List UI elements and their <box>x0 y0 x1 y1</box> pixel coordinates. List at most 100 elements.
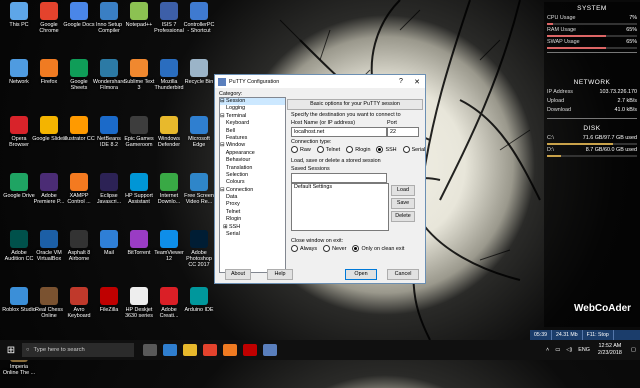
network-icon[interactable]: ▭ <box>555 347 560 353</box>
desktop-icon[interactable]: BitTorrent <box>122 230 156 274</box>
desktop-icon[interactable]: Adobe Photoshop CC 2017 <box>182 230 216 274</box>
desktop-icon[interactable]: Notepad++ <box>122 2 156 46</box>
desktop-icon[interactable]: Mail <box>92 230 126 274</box>
desktop-icon[interactable]: Arduino IDE <box>182 287 216 331</box>
desktop-icon[interactable]: Asphalt 8 Airborne <box>62 230 96 274</box>
taskbar-app-icon[interactable] <box>243 344 257 356</box>
cancel-button[interactable]: Cancel <box>387 269 419 280</box>
help-titlebar-button[interactable]: ? <box>393 78 409 85</box>
desktop-icon[interactable]: Mozilla Thunderbird <box>152 59 186 103</box>
desktop-icon[interactable]: Network <box>2 59 36 103</box>
connection-type-radio[interactable]: Telnet <box>316 146 340 153</box>
session-item[interactable]: Default Settings <box>292 184 388 191</box>
desktop-icon[interactable]: Google Slides <box>32 116 66 160</box>
desktop-icon[interactable]: ISIS 7 Professional <box>152 2 186 46</box>
desktop-icon[interactable]: ControllerPC - Shortcut <box>182 2 216 46</box>
load-button[interactable]: Load <box>391 185 415 196</box>
save-button[interactable]: Save <box>391 198 415 209</box>
desktop-icon[interactable]: Illustrator CC <box>62 116 96 160</box>
desktop-icon[interactable]: Real Chess Online <box>32 287 66 331</box>
close-on-exit-radio[interactable]: Always <box>291 245 317 252</box>
windows-start-icon[interactable]: ⊞ <box>0 345 22 356</box>
tree-item[interactable]: ⊟ Terminal <box>220 113 285 120</box>
tree-item[interactable]: Telnet <box>220 209 285 216</box>
tree-item[interactable]: Bell <box>220 128 285 135</box>
port-input[interactable]: 22 <box>387 127 419 137</box>
desktop-icon[interactable]: Google Chrome <box>32 2 66 46</box>
tree-item[interactable]: ⊟ Session <box>220 98 285 106</box>
close-on-exit-radio[interactable]: Never <box>323 245 346 252</box>
desktop-icon[interactable]: TeamViewer 12 <box>152 230 186 274</box>
desktop-icon[interactable]: This PC <box>2 2 36 46</box>
tree-item[interactable]: ⊟ Window <box>220 142 285 149</box>
desktop-icon[interactable]: XAMPP Control ... <box>62 173 96 217</box>
desktop-icon[interactable]: Google Drive <box>2 173 36 217</box>
desktop-icon[interactable]: Eclipse Javascri... <box>92 173 126 217</box>
sessions-list[interactable]: Default Settings <box>291 183 389 231</box>
volume-icon[interactable]: ◁) <box>566 347 572 353</box>
tree-item[interactable]: ⊞ SSH <box>220 224 285 231</box>
tree-item[interactable]: Translation <box>220 165 285 172</box>
taskbar-app-icon[interactable] <box>183 344 197 356</box>
host-input[interactable]: localhost.net <box>291 127 387 137</box>
desktop-icon[interactable]: Adobe Audition CC <box>2 230 36 274</box>
action-center-icon[interactable]: ▢ <box>631 347 636 353</box>
taskbar-app-icon[interactable] <box>163 344 177 356</box>
tree-item[interactable]: Keyboard <box>220 120 285 127</box>
tree-item[interactable]: ⊟ Connection <box>220 187 285 194</box>
tree-item[interactable]: Behaviour <box>220 157 285 164</box>
desktop-icon[interactable]: HP Deskjet 3630 series <box>122 287 156 331</box>
tree-item[interactable]: Data <box>220 194 285 201</box>
desktop-icon[interactable]: Internet Downlo... <box>152 173 186 217</box>
desktop-icon[interactable]: Oracle VM VirtualBox <box>32 230 66 274</box>
connection-type-radio[interactable]: Raw <box>291 146 311 153</box>
desktop-icon[interactable]: NetBeans IDE 8.2 <box>92 116 126 160</box>
desktop-icon[interactable]: Windows Defender <box>152 116 186 160</box>
help-button[interactable]: Help <box>267 269 293 280</box>
desktop-icon[interactable]: Adobe Creati... <box>152 287 186 331</box>
putty-titlebar[interactable]: PuTTY Configuration ? ✕ <box>215 75 425 88</box>
desktop-icon[interactable]: Microsoft Edge <box>182 116 216 160</box>
desktop-icon[interactable]: FileZilla <box>92 287 126 331</box>
desktop-icon[interactable]: Avro Keyboard <box>62 287 96 331</box>
desktop-icon[interactable]: Inno Setup Compiler <box>92 2 126 46</box>
language-indicator[interactable]: ENG <box>578 347 590 353</box>
clock[interactable]: 12:52 AM 2/23/2018 <box>598 343 622 357</box>
tree-item[interactable]: Rlogin <box>220 216 285 223</box>
about-button[interactable]: About <box>225 269 251 280</box>
desktop-icon[interactable]: Recycle Bin <box>182 59 216 103</box>
tree-item[interactable]: Serial <box>220 231 285 238</box>
taskbar-app-icon[interactable] <box>223 344 237 356</box>
close-button[interactable]: ✕ <box>409 78 425 86</box>
open-button[interactable]: Open <box>345 269 377 280</box>
desktop-icon[interactable]: Free Screen Video Re... <box>182 173 216 217</box>
tree-item[interactable]: Colours <box>220 179 285 186</box>
desktop-icon[interactable]: Wondershare Filmora <box>92 59 126 103</box>
category-tree[interactable]: ⊟ Session Logging ⊟ Terminal Keyboard Bel… <box>219 97 286 273</box>
tree-item[interactable]: Proxy <box>220 201 285 208</box>
taskbar-app-icon[interactable] <box>263 344 277 356</box>
delete-button[interactable]: Delete <box>391 211 415 222</box>
saved-sessions-input[interactable] <box>291 173 387 183</box>
desktop-icon[interactable]: Google Sheets <box>62 59 96 103</box>
desktop-icon[interactable]: Opera Browser <box>2 116 36 160</box>
desktop-icon[interactable]: Adobe Premiere P... <box>32 173 66 217</box>
desktop-icon[interactable]: HP Support Assistant <box>122 173 156 217</box>
desktop-icon[interactable]: Epic Games Gameroom <box>122 116 156 160</box>
desktop-icon[interactable]: Google Docs <box>62 2 96 46</box>
taskbar-app-icon[interactable] <box>203 344 217 356</box>
taskbar-app-icon[interactable] <box>143 344 157 356</box>
connection-type-radio[interactable]: SSH <box>376 146 397 153</box>
connection-type-radio[interactable]: Rlogin <box>346 146 370 153</box>
close-on-exit-radio[interactable]: Only on clean exit <box>352 245 404 252</box>
tree-item[interactable]: Features <box>220 135 285 142</box>
tree-item[interactable]: Appearance <box>220 150 285 157</box>
desktop-icon[interactable]: Sublime Text 3 <box>122 59 156 103</box>
notification-chevron-icon[interactable]: ˄ <box>546 347 549 353</box>
search-box[interactable]: ○ Type here to search <box>22 343 134 357</box>
desktop-icon[interactable]: Firefox <box>32 59 66 103</box>
connection-type-radio[interactable]: Serial <box>402 146 425 153</box>
tree-item[interactable]: Selection <box>220 172 285 179</box>
desktop-icon[interactable]: Roblox Studio <box>2 287 36 331</box>
tree-item[interactable]: Logging <box>220 105 285 112</box>
